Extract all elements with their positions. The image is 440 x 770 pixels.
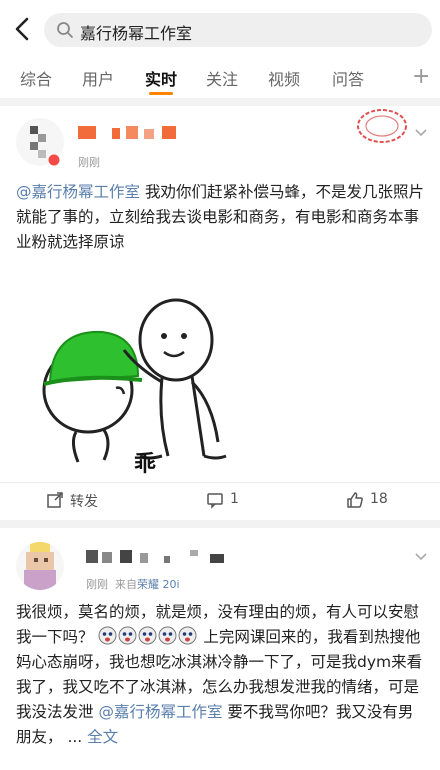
chevron-down-icon[interactable] <box>414 552 428 562</box>
post-card[interactable]: 刚刚 来自荣耀 20i 我很烦，莫名的烦，就是烦，没有理由的烦，有人可以安慰我一… <box>0 528 440 770</box>
crying-face-icon <box>158 626 177 645</box>
verified-badge-icon <box>48 154 60 166</box>
tab-realtime[interactable]: 实时 <box>145 66 177 90</box>
mention-link[interactable]: @嘉行杨幂工作室 <box>98 703 222 721</box>
crying-face-icon <box>138 626 157 645</box>
like-count[interactable]: 18 <box>370 491 388 507</box>
crying-face-icon <box>178 626 197 645</box>
avatar[interactable] <box>16 542 64 590</box>
username-redacted[interactable] <box>78 126 186 139</box>
post-actions: 转发 1 18 <box>0 482 440 516</box>
ellipsis: ... <box>62 728 88 746</box>
post-text: @嘉行杨幂工作室 我劝你们赶紧补偿马蜂，不是发几张照片就能了事的，立刻给我去谈电… <box>16 180 426 255</box>
like-icon[interactable] <box>346 491 364 509</box>
search-query[interactable]: 嘉行杨幂工作室 <box>80 20 192 44</box>
post-card[interactable]: 刚刚 @嘉行杨幂工作室 我劝你们赶紧补偿马蜂，不是发几张照片就能了事的，立刻给我… <box>0 106 440 520</box>
comment-icon[interactable] <box>206 491 224 509</box>
top-bar: 嘉行杨幂工作室 <box>0 0 440 58</box>
source-prefix: 来自 <box>115 578 137 591</box>
crying-face-icon <box>118 626 137 645</box>
comment-count[interactable]: 1 <box>230 491 239 507</box>
chevron-down-icon[interactable] <box>414 128 428 138</box>
search-icon <box>57 22 73 38</box>
add-tab-icon[interactable]: + <box>412 64 430 89</box>
mention-link[interactable]: @嘉行杨幂工作室 <box>16 183 140 201</box>
post-time: 刚刚 <box>86 578 108 591</box>
search-box[interactable]: 嘉行杨幂工作室 <box>44 13 432 47</box>
meme-caption: 乖 <box>134 451 157 477</box>
tab-comprehensive[interactable]: 综合 <box>20 66 52 90</box>
tab-qa[interactable]: 问答 <box>332 66 364 90</box>
tab-users[interactable]: 用户 <box>82 66 114 90</box>
crying-face-icon <box>98 626 117 645</box>
username-redacted[interactable] <box>86 550 228 563</box>
tab-following[interactable]: 关注 <box>206 66 238 90</box>
tab-bar: 综合 用户 实时 关注 视频 问答 + <box>0 58 440 98</box>
stamp-icon <box>357 109 407 143</box>
repost-icon[interactable] <box>46 491 64 509</box>
source-device[interactable]: 荣耀 20i <box>137 578 180 591</box>
read-more-link[interactable]: 全文 <box>87 728 118 746</box>
back-arrow-icon[interactable] <box>10 14 36 44</box>
tab-videos[interactable]: 视频 <box>268 66 300 90</box>
emoji-group <box>98 626 203 646</box>
meme-illustration <box>42 298 227 463</box>
post-meta: 刚刚 来自荣耀 20i <box>86 576 180 592</box>
post-text: 我很烦，莫名的烦，就是烦，没有理由的烦，有人可以安慰我一下吗？ 上完网课回来的，… <box>16 600 426 750</box>
active-tab-indicator <box>149 92 173 95</box>
repost-button[interactable]: 转发 <box>70 491 98 511</box>
post-time: 刚刚 <box>78 156 100 169</box>
post-image[interactable]: 乖 <box>16 262 284 477</box>
